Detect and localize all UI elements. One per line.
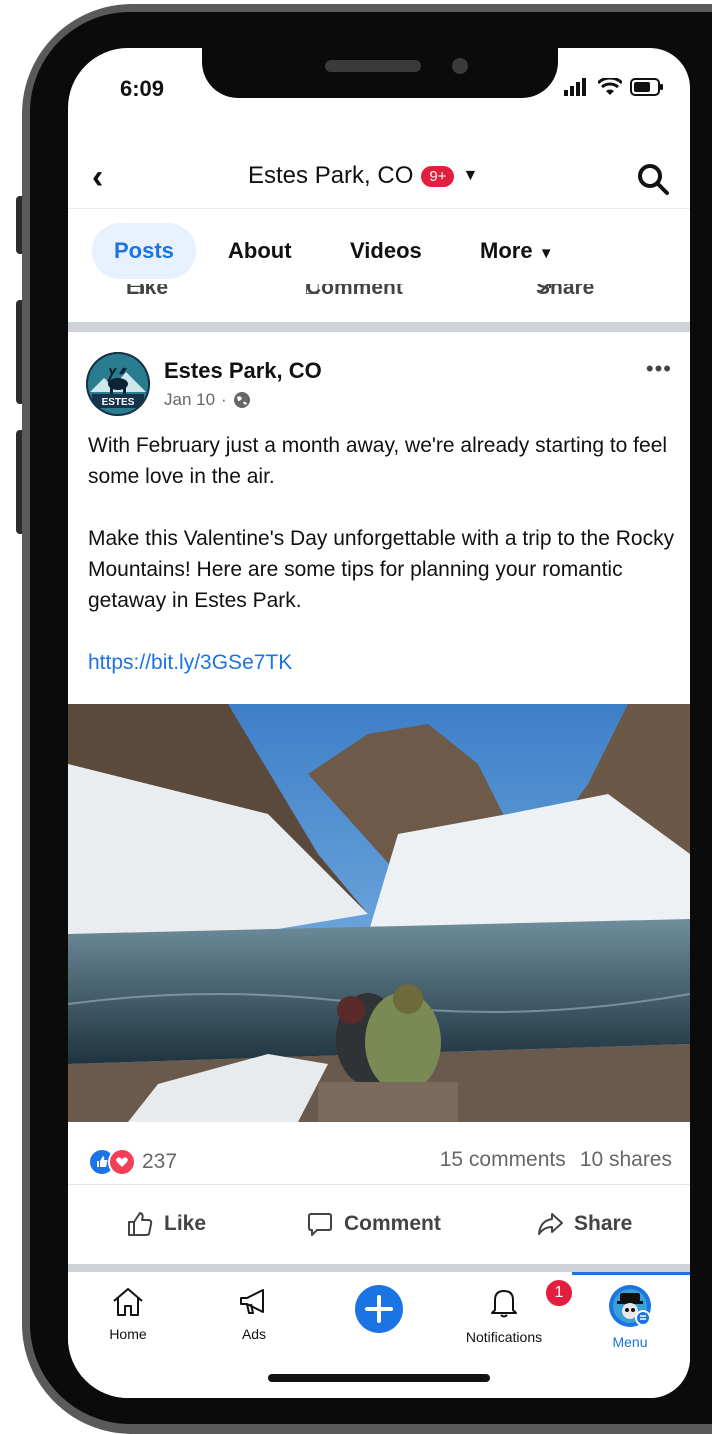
previous-like-label: Like bbox=[126, 284, 169, 299]
notch bbox=[202, 48, 558, 98]
like-button[interactable]: Like bbox=[126, 1210, 206, 1238]
engagement-counts: 15 comments 10 shares bbox=[440, 1148, 672, 1172]
post-divider bbox=[68, 322, 690, 332]
bell-icon bbox=[491, 1290, 517, 1318]
post-header: ESTES Estes Park, CO Jan 10 · ••• bbox=[68, 338, 690, 428]
megaphone-icon bbox=[240, 1289, 264, 1314]
wifi-icon bbox=[598, 78, 622, 95]
post-body: With February just a month away, we're a… bbox=[88, 430, 678, 709]
post-paragraph: Make this Valentine's Day unforgettable … bbox=[88, 527, 675, 612]
tab-ads-label: Ads bbox=[241, 1326, 267, 1342]
elk-logo-icon: ESTES bbox=[86, 352, 150, 416]
notification-badge: 9+ bbox=[421, 165, 455, 187]
page-title: Estes Park, CO bbox=[248, 162, 414, 189]
post-meta: Jan 10 · bbox=[164, 390, 251, 410]
notifications-badge: 1 bbox=[544, 1278, 574, 1308]
tab-menu[interactable]: Menu bbox=[580, 1284, 680, 1350]
post-date[interactable]: Jan 10 bbox=[164, 390, 215, 410]
tab-posts[interactable]: Posts bbox=[92, 223, 196, 279]
page-avatar[interactable]: ESTES bbox=[86, 352, 150, 416]
shares-count[interactable]: 10 shares bbox=[580, 1148, 672, 1172]
tab-about[interactable]: About bbox=[228, 223, 292, 279]
logo-text: ESTES bbox=[102, 397, 135, 408]
post-paragraph: With February just a month away, we're a… bbox=[88, 434, 668, 488]
home-indicator[interactable] bbox=[268, 1374, 490, 1382]
globe-icon bbox=[233, 392, 250, 408]
share-icon bbox=[538, 1213, 563, 1235]
post-author[interactable]: Estes Park, CO bbox=[164, 358, 322, 384]
comments-count[interactable]: 15 comments bbox=[440, 1148, 566, 1172]
comment-icon bbox=[308, 1213, 332, 1236]
post-stats: 237 15 comments 10 shares bbox=[68, 1140, 690, 1185]
previous-post-actions: ▭ Like □ Comment ↗ Share bbox=[68, 284, 690, 320]
page-header: ‹ Estes Park, CO 9+ ▼ bbox=[68, 148, 690, 208]
back-chevron-icon[interactable]: ‹ bbox=[92, 158, 103, 197]
caret-down-icon: ▼ bbox=[538, 245, 554, 262]
tab-more-label: More bbox=[480, 238, 533, 263]
battery-icon bbox=[630, 78, 663, 96]
tab-home-label: Home bbox=[109, 1326, 147, 1342]
previous-share-label: Share bbox=[536, 284, 595, 299]
active-tab-indicator bbox=[572, 1272, 690, 1275]
tab-more[interactable]: More ▼ bbox=[480, 223, 554, 279]
reactions-count: 237 bbox=[142, 1150, 178, 1173]
status-time: 6:09 bbox=[120, 76, 165, 101]
page-tabs: Posts About Videos More ▼ bbox=[68, 208, 690, 289]
post-divider-bottom bbox=[68, 1264, 690, 1272]
love-reaction-icon bbox=[108, 1148, 136, 1176]
previous-comment-label: Comment bbox=[306, 284, 403, 299]
meta-separator: · bbox=[221, 390, 227, 409]
signal-icon bbox=[564, 78, 586, 96]
comment-label: Comment bbox=[344, 1212, 441, 1235]
tab-notifications-label: Notifications bbox=[465, 1329, 543, 1345]
plus-circle-icon bbox=[355, 1285, 403, 1333]
profile-avatar-icon bbox=[609, 1285, 651, 1327]
share-button[interactable]: Share bbox=[536, 1210, 632, 1238]
comment-button[interactable]: Comment bbox=[306, 1210, 441, 1238]
tab-videos[interactable]: Videos bbox=[350, 223, 422, 279]
tab-home[interactable]: Home bbox=[78, 1284, 178, 1342]
screen: 6:09 ‹ Estes Park, CO 9+ ▼ Posts About V… bbox=[68, 48, 690, 1398]
create-button[interactable] bbox=[329, 1284, 429, 1334]
tab-menu-label: Menu bbox=[612, 1334, 648, 1350]
page-switcher[interactable]: Estes Park, CO 9+ ▼ bbox=[248, 162, 478, 190]
mountain-lake-photo bbox=[68, 704, 690, 1122]
like-label: Like bbox=[164, 1212, 207, 1235]
share-label: Share bbox=[574, 1212, 633, 1235]
tab-notifications[interactable]: 1 Notifications bbox=[454, 1278, 574, 1345]
tab-ads[interactable]: Ads bbox=[204, 1284, 304, 1342]
search-icon[interactable] bbox=[636, 162, 670, 196]
thumbs-up-icon bbox=[128, 1212, 153, 1236]
status-icons bbox=[564, 78, 664, 96]
post-link[interactable]: https://bit.ly/3GSe7TK bbox=[88, 647, 678, 678]
front-camera bbox=[452, 58, 468, 74]
home-icon bbox=[113, 1288, 143, 1316]
more-options-icon[interactable]: ••• bbox=[646, 356, 672, 382]
speaker bbox=[325, 60, 421, 72]
reactions-summary[interactable]: 237 bbox=[88, 1148, 177, 1176]
caret-down-icon: ▼ bbox=[462, 167, 479, 184]
post-photo[interactable] bbox=[68, 704, 690, 1122]
post-actions: Like Comment Share bbox=[68, 1188, 690, 1264]
